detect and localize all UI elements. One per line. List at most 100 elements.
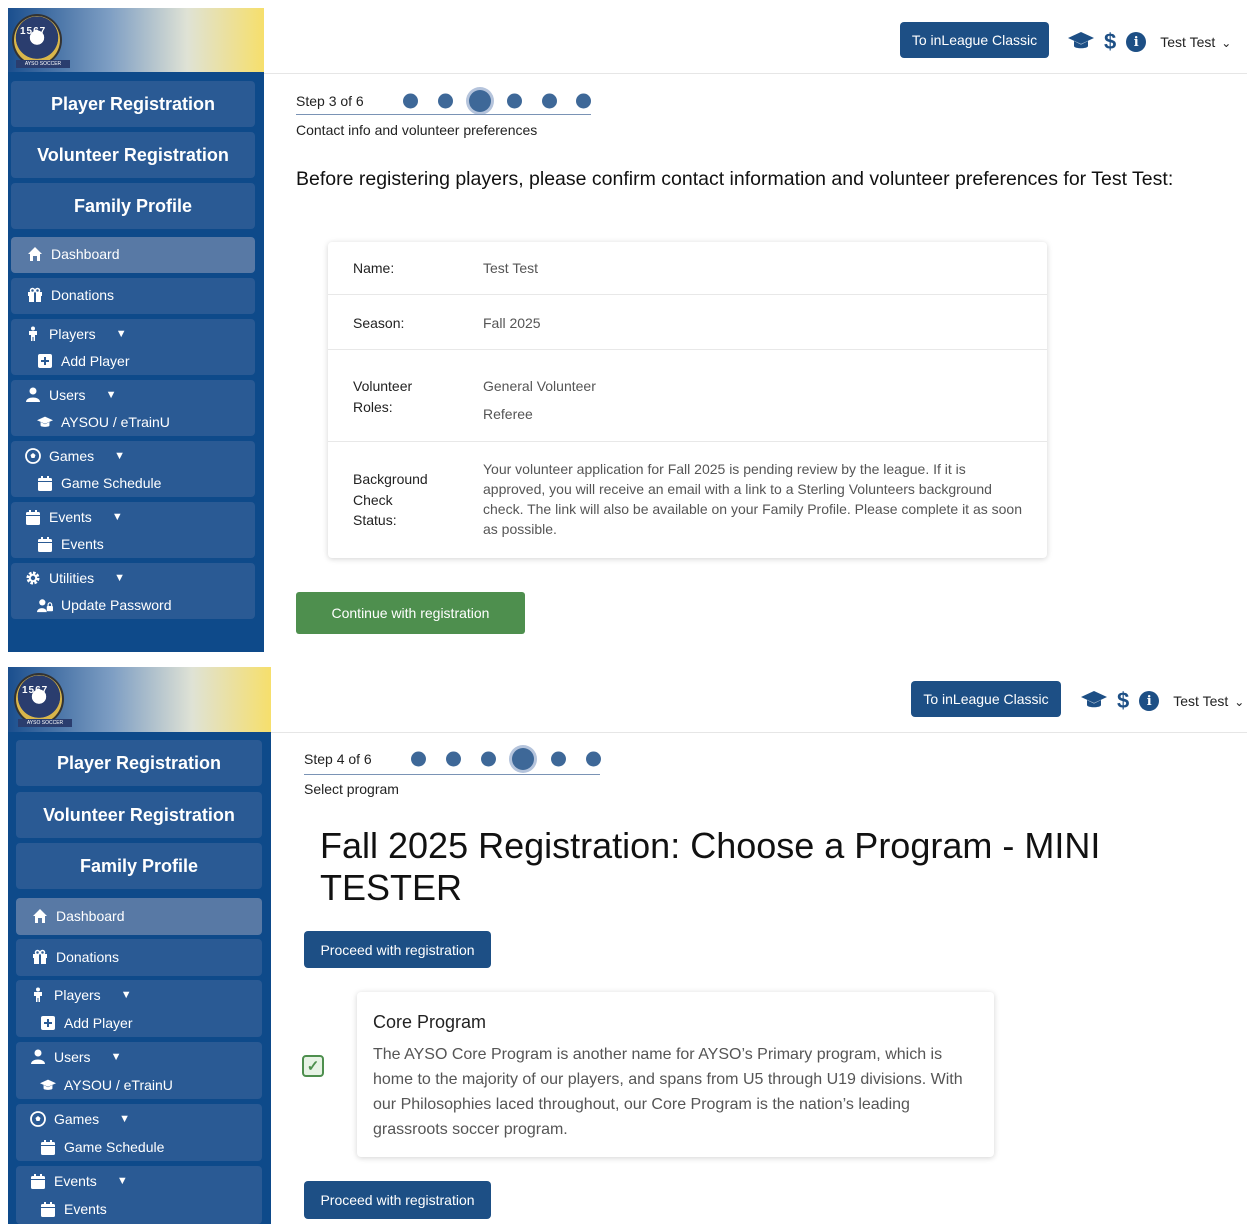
- chevron-down-icon[interactable]: ▼: [114, 450, 125, 462]
- sidebar-item-users[interactable]: Users ▼: [30, 1049, 121, 1065]
- contact-info-card: Name: Test Test Season: Fall 2025 Volunt…: [328, 242, 1047, 558]
- step-dot-5[interactable]: [542, 93, 557, 109]
- chevron-down-icon[interactable]: ▼: [114, 572, 125, 584]
- player-registration-button[interactable]: Player Registration: [11, 81, 255, 127]
- header-icons: $ i Test Test ⌄: [1068, 29, 1231, 55]
- info-icon[interactable]: i: [1139, 691, 1160, 711]
- chevron-down-icon[interactable]: ▼: [116, 328, 127, 340]
- step-dot-4[interactable]: [507, 93, 522, 109]
- logo-number: 1567: [22, 685, 49, 696]
- sidebar-item-label: Users: [49, 387, 86, 403]
- logo-bar: 1567 AYSO SOCCER: [8, 8, 264, 72]
- chevron-down-icon[interactable]: ▼: [119, 1113, 130, 1125]
- name-label: Name:: [353, 260, 395, 276]
- step-label: Step 4 of 6: [304, 751, 372, 767]
- step-dot-1[interactable]: [403, 93, 418, 109]
- step-dot-5[interactable]: [551, 751, 566, 767]
- step-dot-2[interactable]: [446, 751, 461, 767]
- volunteer-registration-button[interactable]: Volunteer Registration: [16, 792, 262, 838]
- sidebar: 1567 AYSO SOCCER Player Registration Vol…: [8, 8, 264, 652]
- name-value: Test Test: [483, 260, 538, 276]
- player-registration-button[interactable]: Player Registration: [16, 740, 262, 786]
- sidebar-item-label: Game Schedule: [64, 1139, 165, 1155]
- program-checkbox[interactable]: ✓: [302, 1055, 324, 1077]
- program-card[interactable]: Core Program The AYSO Core Program is an…: [357, 992, 994, 1157]
- chevron-down-icon[interactable]: ▼: [111, 1051, 122, 1063]
- logo-number: 1567: [20, 26, 47, 37]
- sidebar-item-aysou[interactable]: AYSOU / eTrainU: [37, 414, 170, 430]
- plus-square-icon: [40, 1015, 56, 1031]
- step-dot-4-current[interactable]: [512, 748, 534, 770]
- sidebar-item-games[interactable]: Games ▼: [30, 1111, 130, 1127]
- continue-registration-button[interactable]: Continue with registration: [296, 592, 525, 634]
- step-dot-6[interactable]: [576, 93, 591, 109]
- sidebar-group-events: Events ▼ Events: [16, 1166, 262, 1224]
- sidebar-item-users[interactable]: Users ▼: [25, 387, 116, 403]
- proceed-registration-button-top[interactable]: Proceed with registration: [304, 931, 491, 968]
- sidebar-item-label: Events: [54, 1173, 97, 1189]
- league-logo[interactable]: 1567 AYSO SOCCER: [12, 14, 70, 68]
- sidebar-item-aysou[interactable]: AYSOU / eTrainU: [40, 1077, 173, 1093]
- background-check-label: Status:: [353, 512, 397, 528]
- sidebar-item-game-schedule[interactable]: Game Schedule: [37, 475, 161, 491]
- sidebar-item-events[interactable]: Events ▼: [30, 1173, 128, 1189]
- step-dot-1[interactable]: [411, 751, 426, 767]
- calendar-icon: [37, 475, 53, 491]
- step-dot-3-current[interactable]: [469, 90, 491, 112]
- chevron-down-icon[interactable]: ▼: [106, 389, 117, 401]
- calendar-plus-icon: [25, 509, 41, 525]
- sidebar-item-utilities[interactable]: Utilities ▼: [25, 570, 125, 586]
- sidebar-item-players[interactable]: Players ▼: [25, 326, 127, 342]
- family-profile-button[interactable]: Family Profile: [16, 843, 262, 889]
- roles-label: Roles:: [353, 399, 393, 415]
- chevron-down-icon[interactable]: ▼: [117, 1175, 128, 1187]
- dollar-icon[interactable]: $: [1117, 688, 1129, 714]
- graduation-cap-icon[interactable]: [1081, 689, 1107, 714]
- sidebar-item-donations[interactable]: Donations: [16, 939, 262, 976]
- proceed-registration-button-bottom[interactable]: Proceed with registration: [304, 1181, 491, 1219]
- sidebar-item-update-password[interactable]: Update Password: [37, 597, 172, 613]
- sidebar-item-players[interactable]: Players ▼: [30, 987, 132, 1003]
- chevron-down-icon[interactable]: ▼: [112, 511, 123, 523]
- inleague-classic-button[interactable]: To inLeague Classic: [900, 22, 1049, 58]
- sidebar-item-events[interactable]: Events ▼: [25, 509, 123, 525]
- step-dot-2[interactable]: [438, 93, 453, 109]
- home-icon: [27, 246, 43, 262]
- inleague-classic-button[interactable]: To inLeague Classic: [911, 681, 1061, 717]
- user-menu[interactable]: Test Test ⌄: [1173, 693, 1244, 709]
- user-name: Test Test: [1160, 34, 1216, 50]
- graduation-cap-icon: [40, 1077, 56, 1093]
- sidebar-item-label: Users: [54, 1049, 91, 1065]
- sidebar-item-events-sub[interactable]: Events: [37, 536, 104, 552]
- sidebar-item-dashboard[interactable]: Dashboard: [11, 237, 255, 273]
- sidebar-group-users: Users ▼ AYSOU / eTrainU: [16, 1042, 262, 1099]
- user-menu[interactable]: Test Test ⌄: [1160, 34, 1231, 50]
- chevron-down-icon[interactable]: ▼: [121, 989, 132, 1001]
- header-icons: $ i Test Test ⌄: [1081, 688, 1244, 714]
- sidebar-item-events-sub[interactable]: Events: [40, 1201, 107, 1217]
- role-general-volunteer: General Volunteer: [483, 378, 596, 394]
- calendar-icon: [40, 1139, 56, 1155]
- sidebar-item-label: Game Schedule: [61, 475, 162, 491]
- family-profile-button[interactable]: Family Profile: [11, 183, 255, 229]
- league-logo[interactable]: 1567 AYSO SOCCER: [14, 673, 72, 727]
- sidebar-item-label: Games: [49, 448, 95, 464]
- sidebar-item-donations[interactable]: Donations: [11, 278, 255, 314]
- sidebar-group-utilities: Utilities ▼ Update Password: [11, 563, 255, 619]
- sidebar-item-add-player[interactable]: Add Player: [37, 353, 129, 369]
- logo-bar: 1567 AYSO SOCCER: [8, 667, 271, 732]
- graduation-cap-icon[interactable]: [1068, 30, 1094, 55]
- card-row-background-check: Background Check Status: Your volunteer …: [328, 443, 1047, 558]
- step-dot-3[interactable]: [481, 751, 496, 767]
- child-icon: [25, 326, 41, 342]
- volunteer-registration-button[interactable]: Volunteer Registration: [11, 132, 255, 178]
- sidebar-item-dashboard[interactable]: Dashboard: [16, 898, 262, 935]
- dollar-icon[interactable]: $: [1104, 29, 1116, 55]
- info-icon[interactable]: i: [1126, 32, 1147, 52]
- stepper: Step 3 of 6: [296, 90, 596, 112]
- step-dot-6[interactable]: [586, 751, 601, 767]
- sidebar-item-game-schedule[interactable]: Game Schedule: [40, 1139, 164, 1155]
- sidebar-item-add-player[interactable]: Add Player: [40, 1015, 132, 1031]
- sidebar-item-games[interactable]: Games ▼: [25, 448, 125, 464]
- chevron-down-icon: ⌄: [1234, 695, 1245, 709]
